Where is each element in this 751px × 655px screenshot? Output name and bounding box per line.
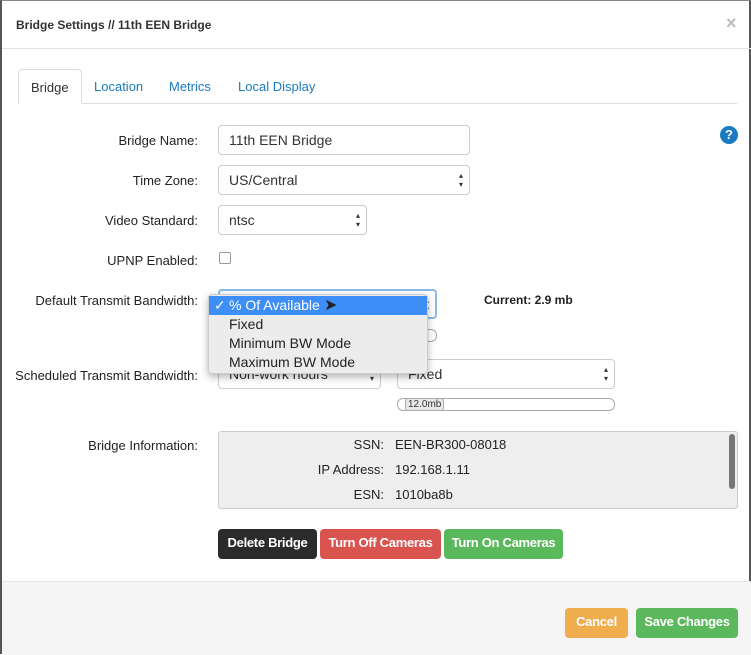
- ip-value: 192.168.1.11: [395, 462, 470, 477]
- scrollbar[interactable]: [729, 434, 735, 489]
- ip-label: IP Address:: [317, 462, 384, 477]
- esn-label: ESN:: [353, 487, 384, 502]
- bridge-info-label: Bridge Information:: [88, 438, 198, 453]
- menu-item-percent-available[interactable]: ✓% Of Available: [209, 296, 427, 315]
- tab-bridge[interactable]: Bridge: [18, 69, 82, 104]
- ssn-value: EEN-BR300-08018: [395, 437, 507, 452]
- time-zone-select[interactable]: US/Central: [218, 165, 470, 195]
- tab-local-display[interactable]: Local Display: [226, 69, 327, 104]
- tab-metrics[interactable]: Metrics: [157, 69, 223, 104]
- current-bandwidth: Current: 2.9 mb: [484, 293, 573, 307]
- dialog-title: Bridge Settings // 11th EEN Bridge: [16, 18, 212, 32]
- slider-handle[interactable]: 12.0mb: [405, 398, 445, 411]
- video-standard-select[interactable]: ntsc: [218, 205, 367, 235]
- default-bandwidth-label: Default Transmit Bandwidth:: [35, 293, 198, 308]
- ssn-label: SSN:: [353, 437, 384, 452]
- scheduled-mode-select[interactable]: Fixed: [397, 359, 615, 389]
- time-zone-label: Time Zone:: [132, 173, 198, 188]
- bridge-settings-dialog: Bridge Settings // 11th EEN Bridge × Bri…: [0, 0, 751, 655]
- menu-item-maximum-bw[interactable]: Maximum BW Mode: [209, 353, 427, 372]
- delete-bridge-button[interactable]: Delete Bridge: [218, 529, 317, 559]
- bridge-name-input[interactable]: 11th EEN Bridge: [218, 125, 470, 155]
- bandwidth-dropdown-menu: ✓% Of Available Fixed Minimum BW Mode Ma…: [208, 294, 428, 374]
- menu-item-minimum-bw[interactable]: Minimum BW Mode: [209, 334, 427, 353]
- dialog-header: Bridge Settings // 11th EEN Bridge ×: [2, 1, 751, 49]
- turn-off-cameras-button[interactable]: Turn Off Cameras: [320, 529, 441, 559]
- tab-location[interactable]: Location: [82, 69, 155, 104]
- dialog-footer: Cancel Save Changes: [2, 581, 751, 655]
- checkmark-icon: ✓: [214, 297, 226, 313]
- save-changes-button[interactable]: Save Changes: [636, 608, 738, 638]
- mouse-cursor-icon: ➤: [324, 297, 338, 314]
- close-icon[interactable]: ×: [726, 13, 737, 34]
- upnp-checkbox[interactable]: [219, 252, 231, 264]
- upnp-label: UPNP Enabled:: [107, 253, 198, 268]
- cancel-button[interactable]: Cancel: [565, 608, 628, 638]
- bridge-info-box: SSN: EEN-BR300-08018 IP Address: 192.168…: [218, 431, 738, 509]
- turn-on-cameras-button[interactable]: Turn On Cameras: [444, 529, 563, 559]
- video-standard-label: Video Standard:: [105, 213, 198, 228]
- scheduled-bandwidth-label: Scheduled Transmit Bandwidth:: [15, 368, 198, 383]
- esn-value: 1010ba8b: [395, 487, 453, 502]
- bridge-name-label: Bridge Name:: [118, 133, 198, 148]
- help-icon[interactable]: ?: [720, 126, 738, 144]
- menu-item-fixed[interactable]: Fixed: [209, 315, 427, 334]
